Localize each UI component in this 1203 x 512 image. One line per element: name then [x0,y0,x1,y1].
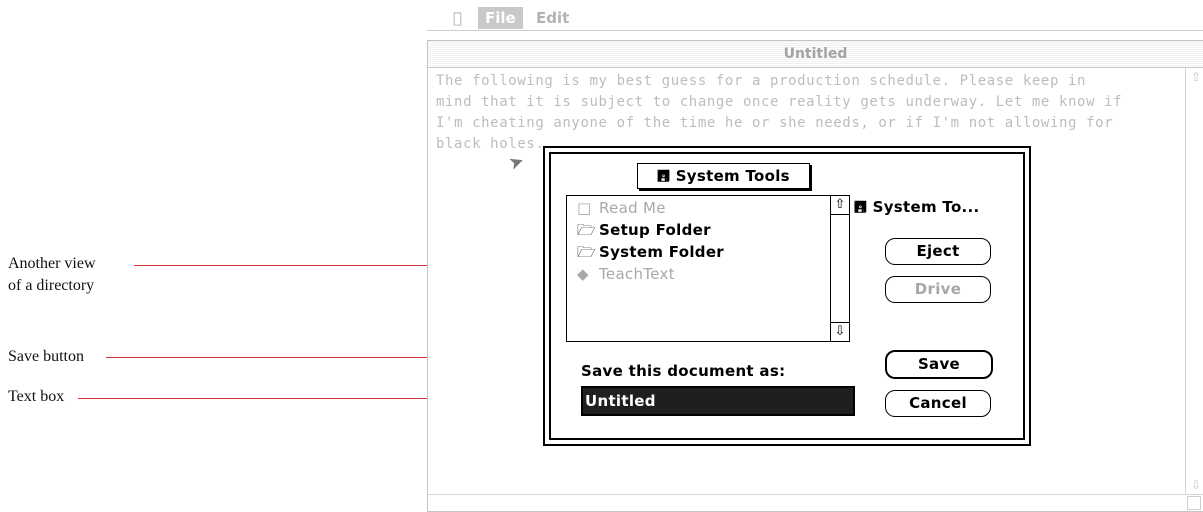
eject-button-label: Eject [916,242,960,260]
list-item[interactable]: 🗁 Setup Folder [577,219,711,241]
menu-file[interactable]: File [478,7,523,29]
save-button-label: Save [917,355,961,373]
dialog-frame: 🖪 System Tools □ Read Me 🗁 Setup Folder 🗁 S… [549,152,1025,440]
cancel-button[interactable]: Cancel [885,390,991,417]
callout-directory: Another view of a directory [8,253,96,297]
save-prompt: Save this document as: [581,362,786,380]
application-icon: ◆ [577,265,589,283]
cancel-button-label: Cancel [909,394,967,412]
file-list-scrollbar[interactable]: ⇧ ⇩ [830,196,849,341]
list-scroll-down-icon[interactable]: ⇩ [831,322,849,341]
callout-directory-line2: of a directory [8,277,95,294]
window-titlebar[interactable]: Untitled [428,41,1203,68]
document-icon: □ [577,199,592,217]
file-list[interactable]: □ Read Me 🗁 Setup Folder 🗁 System Folder ◆ T… [566,195,850,342]
list-item-label: System Folder [599,243,724,261]
folder-icon: 🗁 [577,221,596,239]
drive-button[interactable]: Drive [885,276,991,303]
list-item-label: Setup Folder [599,221,711,239]
document-text[interactable]: The following is my best guess for a pro… [436,71,1171,155]
size-box-icon[interactable] [1187,496,1201,510]
save-button[interactable]: Save [885,350,993,379]
filename-field[interactable]: Untitled [581,386,855,416]
volume-name: 🖪 System To... [854,197,1014,222]
menu-edit[interactable]: Edit [536,7,569,29]
menu-bar:  File Edit [427,6,1203,31]
list-item-label: Read Me [599,199,666,217]
scroll-up-arrow-icon[interactable]: ⇧ [1191,70,1201,84]
disk-icon: 🖪 [657,167,671,185]
folder-icon: 🗁 [577,243,596,261]
folder-popup-label: System Tools [675,167,790,185]
list-item[interactable]: 🗁 System Folder [577,241,724,263]
apple-menu-icon[interactable]:  [453,9,462,27]
list-item[interactable]: ◆ TeachText [577,263,675,285]
list-item[interactable]: □ Read Me [577,197,666,219]
document-line: mind that it is subject to change once r… [436,94,1123,110]
eject-button[interactable]: Eject [885,238,991,265]
disk-icon: 🖪 [854,198,868,216]
callout-text-box: Text box [8,388,65,405]
list-scroll-up-icon[interactable]: ⇧ [831,196,849,215]
vertical-scrollbar[interactable]: ⇧ ⇩ [1185,68,1203,494]
list-item-label: TeachText [599,265,675,283]
window-title: Untitled [783,46,848,62]
volume-label: System To... [872,198,980,216]
save-dialog: 🖪 System Tools □ Read Me 🗁 Setup Folder 🗁 S… [543,146,1031,446]
horizontal-scrollbar[interactable] [428,494,1203,511]
callout-save-button: Save button [8,348,84,365]
callout-directory-line1: Another view [8,255,96,272]
document-line: I'm cheating anyone of the time he or sh… [436,115,1114,131]
drive-button-label: Drive [914,280,962,298]
scroll-down-arrow-icon[interactable]: ⇩ [1191,478,1201,492]
document-line: The following is my best guess for a pro… [436,73,1087,89]
folder-popup[interactable]: 🖪 System Tools [637,163,810,189]
